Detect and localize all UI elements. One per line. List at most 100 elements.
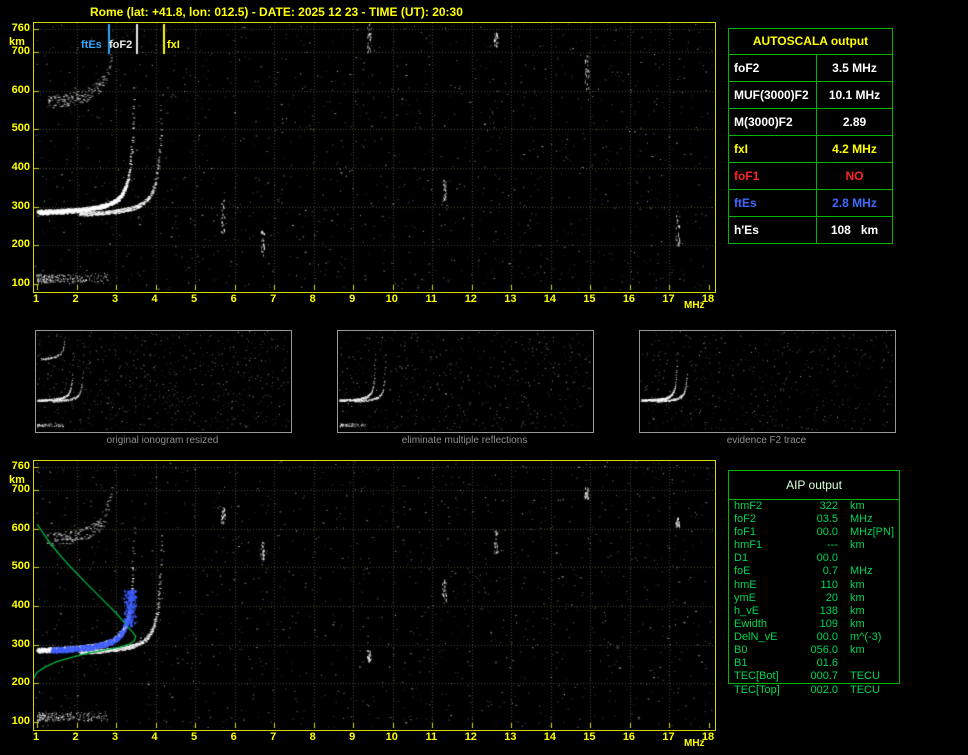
y-axis-tick-label-bottom: 200 (11, 676, 30, 689)
aip-value: 109 (819, 617, 838, 630)
aip-value: 00.0 (816, 630, 838, 643)
aip-unit: TECU (850, 684, 880, 696)
autoscala-table: AUTOSCALA output foF2 3.5 MHz MUF(3000)F2 1… (728, 28, 893, 244)
y-axis-tick-label-bottom: 400 (11, 599, 30, 612)
aip-label: Ewidth (734, 617, 768, 630)
x-axis-tick-label-top: 10 (385, 293, 398, 305)
aip-value: 322 (819, 500, 838, 512)
x-axis-tick-label-top: 5 (191, 293, 198, 305)
aip-label: DelN_vE (734, 630, 778, 643)
autoscala-row-label: h'Es (734, 223, 759, 237)
x-axis-tick-label-bottom: 15 (583, 731, 596, 743)
x-axis-tick-label-bottom: 16 (622, 731, 636, 743)
x-axis-tick-label-top: 6 (230, 293, 237, 305)
aip-unit (838, 552, 850, 565)
aip-label: hmF2 (734, 500, 763, 512)
aip-label: hmE (734, 578, 757, 591)
x-axis-tick-label-top: 12 (464, 293, 477, 305)
autoscala-row-value: 3.5 MHz (816, 55, 892, 81)
aip-row-B1: B1 01.6 (729, 657, 899, 670)
aip-unit: m^(-3) (850, 630, 882, 643)
thumbnail-original-ionogram (35, 330, 292, 433)
autoscala-row-foF1: foF1 NO (729, 162, 892, 189)
autoscala-row-value: 108 km (816, 217, 892, 243)
marker-label-ftEs: ftEs (81, 39, 102, 51)
aip-row-D1: D1 00.0 (729, 552, 899, 565)
aip-row-foF1: foF1 00.0 MHz [PN] (729, 526, 899, 539)
x-axis-tick-label-top: 18 (701, 293, 715, 305)
aip-unit (838, 657, 850, 670)
x-axis-tick-label-bottom: 12 (464, 731, 477, 743)
aip-unit: km (850, 539, 865, 552)
autoscala-row-label: ftEs (734, 196, 757, 210)
aip-unit: MHz (850, 565, 873, 578)
aip-row-hmF2: hmF2 322 km (729, 500, 899, 513)
autoscala-row-value: NO (816, 163, 892, 189)
thumbnail-f2-canvas (640, 331, 893, 430)
thumbnail-eliminate-canvas (338, 331, 591, 430)
aip-value: 000.7 (810, 670, 838, 683)
x-axis-tick-label-top: 17 (662, 293, 675, 305)
x-axis-tick-label-top: 1 (32, 293, 40, 305)
aip-row-TEC[Top]: TEC[Top] 002.0 TECU (729, 684, 899, 697)
y-axis-tick-label-top: 700 (11, 45, 30, 58)
thumbnail-caption-original: original ionogram resized (106, 435, 219, 446)
y-axis-tick-label-bottom: 700 (11, 483, 30, 496)
ionogram-top-canvas (34, 23, 713, 290)
y-axis-tick-label-bottom: 760 (11, 460, 30, 472)
y-axis-tick-label-bottom: 300 (11, 637, 30, 650)
aip-value: 138 (819, 604, 838, 617)
aip-label: D1 (734, 552, 749, 565)
marker-label-fxI: fxI (167, 39, 180, 51)
y-axis-tick-label-top: 100 (11, 277, 30, 289)
y-axis-tick-label-bottom: 100 (11, 715, 30, 727)
x-axis-tick-label-bottom: 6 (230, 731, 237, 743)
x-axis-tick-label-top: 8 (309, 293, 316, 305)
y-axis-tick-label-top: 300 (11, 199, 30, 212)
aip-row-TEC[Bot]: TEC[Bot] 000.7 TECU (729, 670, 899, 683)
x-axis-tick-label-bottom: 17 (662, 731, 675, 743)
x-axis-tick-label-bottom: 2 (72, 731, 79, 743)
x-axis-tick-label-top: 7 (270, 293, 277, 305)
autoscala-row-value: 10.1 MHz (816, 82, 892, 108)
aip-table-title: AIP output (729, 471, 899, 500)
x-axis-tick-label-bottom: 3 (111, 731, 119, 743)
autoscala-row-value: 2.89 (816, 109, 892, 135)
autoscala-row-value: 4.2 MHz (816, 136, 892, 162)
x-axis-tick-label-bottom: 8 (309, 731, 316, 743)
aip-label: ymE (734, 591, 756, 604)
aip-row-hmE: hmE 110 km (729, 579, 899, 592)
aip-value: 01.6 (816, 657, 838, 670)
aip-label: B1 (734, 657, 748, 670)
aip-unit: km (850, 617, 865, 630)
marker-label-foF2: foF2 (109, 39, 133, 51)
autoscala-row-label: M(3000)F2 (734, 115, 793, 129)
aip-value: 00.0 (816, 526, 838, 539)
aip-label: TEC[Top] (734, 684, 780, 696)
aip-label: foE (734, 565, 751, 578)
aip-value: 110 (820, 578, 838, 591)
x-axis-tick-label-bottom: 1 (32, 731, 40, 743)
autoscala-table-title: AUTOSCALA output (752, 34, 869, 48)
aip-label: TEC[Bot] (734, 670, 779, 683)
autoscala-row-ftEs: ftEs 2.8 MHz (729, 189, 892, 216)
y-axis-tick-label-top: 760 (11, 22, 30, 34)
aip-row-hmF1: hmF1 --- km (729, 539, 899, 552)
aip-unit: TECU (850, 670, 880, 683)
aip-row-DelN_vE: DelN_vE 00.0 m^(-3) (729, 631, 899, 644)
x-axis-tick-label-top: 3 (111, 293, 119, 305)
aip-extra: [PN] (872, 526, 895, 539)
aip-table: AIP output hmF2 322 km foF2 03.5 MHz foF1 00.0 M… (728, 470, 900, 685)
x-axis-tick-label-top: 9 (349, 293, 356, 305)
aip-label: foF1 (734, 526, 757, 539)
autoscala-row-label: foF2 (734, 61, 760, 75)
thumbnail-caption-f2: evidence F2 trace (726, 435, 807, 446)
aip-row-foF2: foF2 03.5 MHz (729, 513, 899, 526)
aip-value: --- (827, 539, 838, 552)
aip-value: 002.0 (810, 684, 838, 696)
autoscala-row-value: 2.8 MHz (816, 190, 892, 216)
autoscala-row-foF2: foF2 3.5 MHz (729, 54, 892, 81)
aip-value: 0.7 (822, 565, 838, 578)
autoscala-row-label: fxI (734, 142, 749, 156)
thumbnail-f2-trace (639, 330, 896, 433)
